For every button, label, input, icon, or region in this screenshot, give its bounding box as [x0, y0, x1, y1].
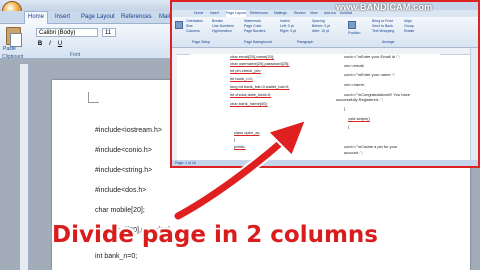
spacing-after-field[interactable]: After: 10 pt	[312, 29, 329, 33]
inset-scrollbar[interactable]	[470, 48, 478, 160]
page-setup-group-label: Page Setup	[192, 40, 211, 44]
code-line: #include<conio.h>	[95, 147, 152, 154]
left-column-line: int choice,date_total=0;	[230, 92, 272, 97]
font-name-select[interactable]: Calibri (Body)	[36, 28, 98, 37]
recorder-watermark: www.BANDICAM.com	[336, 2, 433, 12]
bold-button[interactable]: B	[36, 40, 44, 48]
right-column-line: cout<<"\nEnter your name :";	[344, 72, 396, 77]
arrange-group-label: Arrange	[382, 40, 395, 44]
line-numbers-button[interactable]: Line Numbers	[212, 24, 234, 28]
right-column-line: cout<<"\nCreate a pin for your	[344, 144, 398, 149]
font-size-select[interactable]: 11	[102, 28, 116, 37]
hyphenation-button[interactable]: Hyphenation	[212, 29, 232, 33]
breaks-button[interactable]: Breaks	[212, 19, 223, 23]
text-wrapping-button[interactable]: Text Wrapping	[372, 29, 394, 33]
page-color-button[interactable]: Page Color	[244, 24, 262, 28]
right-column-line: successfully Registered..";	[336, 97, 383, 102]
orientation-button[interactable]: Orientation	[186, 19, 203, 23]
left-column-line: char email[20],name[20];	[230, 54, 275, 59]
right-column-line: }	[344, 106, 346, 111]
code-line: #include<string.h>	[95, 167, 153, 174]
underline-button[interactable]: U	[56, 40, 64, 48]
left-column-line: class open_ac	[234, 130, 260, 135]
video-caption: Divide page in 2 columns	[52, 222, 378, 248]
code-line: char mobile[20];	[95, 207, 145, 214]
page-background-group-label: Page Background	[244, 40, 272, 44]
inset-tab-mailings[interactable]: Mailings	[274, 10, 287, 17]
paste-label: Paste	[3, 46, 16, 52]
left-column-line: char username[20],password[20];	[230, 61, 290, 66]
send-to-back-button[interactable]: Send to Back	[372, 24, 393, 28]
tab-page-layout[interactable]: Page Layout	[78, 12, 118, 22]
align-button[interactable]: Align	[404, 19, 412, 23]
margin-mark	[88, 92, 99, 103]
font-group-label: Font	[70, 52, 81, 58]
left-column-line: public:	[234, 144, 246, 149]
inset-tab-references[interactable]: References	[250, 10, 268, 17]
right-column-line: account :";	[344, 150, 363, 155]
inset-tab-page-layout[interactable]: Page Layout	[226, 10, 246, 17]
indent-right-field[interactable]: Right: 0 pt	[280, 29, 296, 33]
right-column-line: cin>>email;	[344, 63, 365, 68]
position-button[interactable]: Position	[348, 31, 360, 35]
left-column-line: long int bank_bal=0,wallet_bal=0;	[230, 84, 290, 89]
margins-icon	[175, 21, 183, 29]
italic-button[interactable]: I	[46, 40, 54, 48]
bring-to-front-button[interactable]: Bring to Front	[372, 19, 393, 23]
watermark-button[interactable]: Watermark	[244, 19, 261, 23]
inset-document-page[interactable]: char email[20],name[20]; char username[2…	[190, 54, 440, 160]
tab-insert[interactable]: Insert	[52, 12, 73, 22]
inset-screenshot: Home Insert Page Layout References Maili…	[170, 0, 480, 168]
left-column-line: {	[234, 137, 236, 142]
spacing-before-field[interactable]: Before: 0 pt	[312, 24, 330, 28]
position-icon	[348, 21, 356, 29]
left-column-line: int pin,check_pin;	[230, 68, 261, 73]
inset-tab-view[interactable]: View	[310, 10, 318, 17]
page-borders-button[interactable]: Page Borders	[244, 29, 265, 33]
inset-status-bar: Page: 1 of 16	[172, 160, 478, 166]
right-column-line: cin>>name;	[344, 82, 365, 87]
right-column-line: void setpin()	[348, 116, 370, 121]
inset-ribbon: Orientation Size Columns Breaks Line Num…	[172, 17, 478, 48]
code-line: #include<dos.h>	[95, 187, 147, 194]
right-column-line: cout<<"\nEnter your Email Id :";	[344, 54, 400, 59]
paragraph-group-label: Paragraph	[297, 40, 314, 44]
columns-button[interactable]: Columns	[186, 29, 200, 33]
inset-tab-home[interactable]: Home	[194, 10, 203, 17]
code-line: #include<iostream.h>	[95, 127, 162, 134]
rotate-button[interactable]: Rotate	[404, 29, 414, 33]
group-button[interactable]: Group	[404, 24, 414, 28]
inset-tab-add-ins[interactable]: Add-Ins	[324, 10, 336, 17]
left-column-line: char bank_name[40];	[230, 101, 268, 106]
tab-references[interactable]: References	[118, 12, 155, 22]
paste-button[interactable]	[4, 27, 22, 47]
inset-tab-insert[interactable]: Insert	[210, 10, 219, 17]
clipboard-group-label: Clipboard	[2, 54, 24, 60]
indent-left-field[interactable]: Left: 0 pt	[280, 24, 294, 28]
left-column-line: int bank_l=0;	[230, 76, 253, 81]
inset-vertical-ruler	[172, 54, 177, 160]
indent-label: Indent	[280, 19, 290, 23]
paper-icon	[10, 33, 22, 47]
size-button[interactable]: Size	[186, 24, 193, 28]
tab-home[interactable]: Home	[24, 11, 49, 24]
code-line: int bank_n=0;	[95, 253, 138, 260]
right-column-line: {	[348, 124, 350, 129]
spacing-label: Spacing	[312, 19, 325, 23]
inset-tab-review[interactable]: Review	[294, 10, 305, 17]
